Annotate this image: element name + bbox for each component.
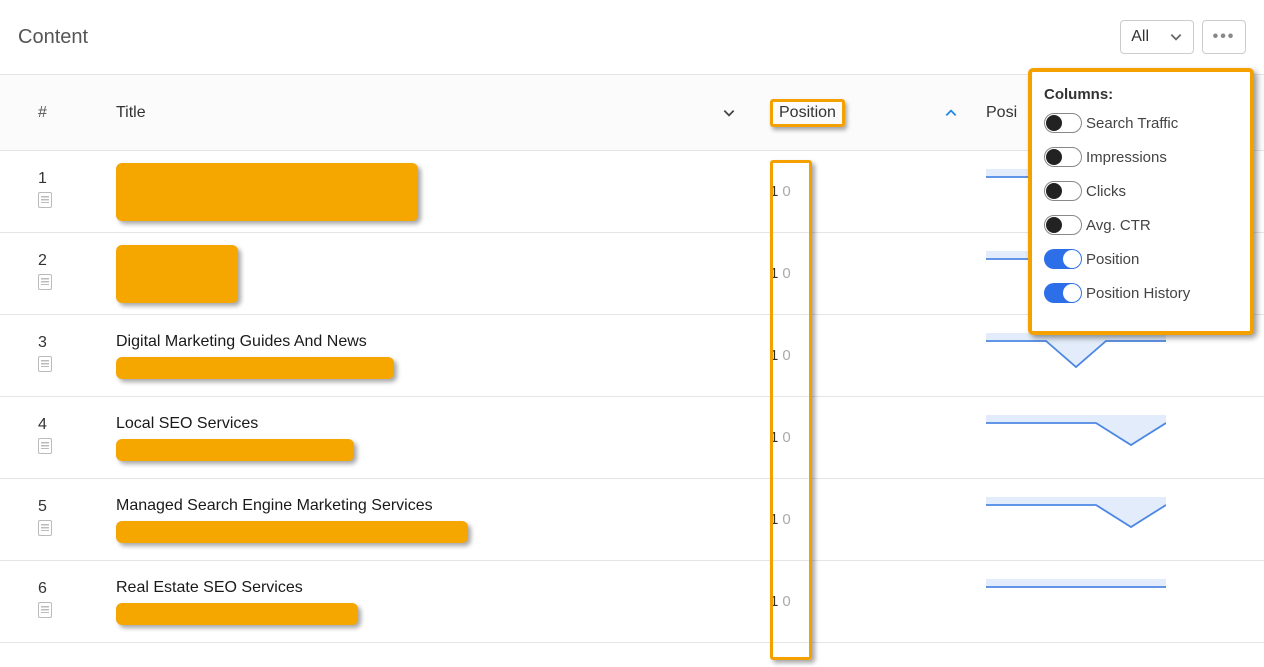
column-toggle[interactable]: Impressions	[1044, 147, 1238, 167]
toggle-label: Search Traffic	[1086, 115, 1178, 132]
row-title: Managed Search Engine Marketing Services	[116, 497, 756, 515]
chevron-up-icon	[944, 106, 958, 120]
row-title: Digital Marketing Guides And News	[116, 333, 756, 351]
toggle-switch[interactable]	[1044, 215, 1082, 235]
document-icon	[38, 274, 52, 290]
redacted-block	[116, 439, 354, 461]
row-number: 2	[0, 252, 100, 295]
redacted-block	[116, 357, 394, 379]
toggle-switch[interactable]	[1044, 113, 1082, 133]
row-number: 5	[0, 498, 100, 541]
toggle-label: Clicks	[1086, 183, 1126, 200]
header-controls: All •••	[1120, 20, 1246, 54]
toggle-label: Avg. CTR	[1086, 217, 1151, 234]
row-number: 1	[0, 170, 100, 213]
filter-select[interactable]: All	[1120, 20, 1194, 54]
row-title-cell	[100, 163, 756, 221]
row-position-cell: 10	[756, 593, 972, 610]
toggle-label: Position History	[1086, 285, 1190, 302]
sparkline	[986, 333, 1166, 373]
row-position-cell: 10	[756, 347, 972, 364]
header: Content All •••	[0, 0, 1264, 75]
redacted-block	[116, 163, 418, 221]
redacted-block	[116, 245, 238, 303]
chevron-down-icon	[1169, 30, 1183, 44]
document-icon	[38, 356, 52, 372]
row-title-cell: Real Estate SEO Services	[100, 579, 756, 625]
page-title: Content	[18, 26, 88, 49]
row-title: Real Estate SEO Services	[116, 579, 756, 597]
position-highlight: Position	[770, 99, 845, 127]
row-title-cell: Digital Marketing Guides And News	[100, 333, 756, 379]
toggle-label: Impressions	[1086, 149, 1167, 166]
col-history-header[interactable]: Posi	[972, 104, 1017, 122]
row-title-cell: Local SEO Services	[100, 415, 756, 461]
sparkline	[986, 497, 1166, 537]
document-icon	[38, 438, 52, 454]
row-position-cell: 10	[756, 511, 972, 528]
column-toggle[interactable]: Avg. CTR	[1044, 215, 1238, 235]
row-position-cell: 10	[756, 265, 972, 282]
row-history-cell	[972, 579, 1166, 624]
toggle-switch[interactable]	[1044, 181, 1082, 201]
toggle-label: Position	[1086, 251, 1139, 268]
table-row[interactable]: 6 Real Estate SEO Services 10	[0, 561, 1264, 643]
redacted-block	[116, 603, 358, 625]
col-number-header[interactable]: #	[0, 104, 100, 122]
row-position-cell: 10	[756, 183, 972, 200]
col-position-header[interactable]: Position	[756, 99, 972, 127]
panel-title: Columns:	[1044, 86, 1238, 103]
row-title-cell: Managed Search Engine Marketing Services	[100, 497, 756, 543]
col-title-header[interactable]: Title	[100, 104, 756, 122]
toggle-switch[interactable]	[1044, 147, 1082, 167]
document-icon	[38, 520, 52, 536]
filter-label: All	[1131, 28, 1149, 46]
chevron-down-icon	[722, 106, 736, 120]
column-toggle[interactable]: Clicks	[1044, 181, 1238, 201]
document-icon	[38, 602, 52, 618]
columns-panel: Columns: Search Traffic Impressions Clicks…	[1028, 68, 1254, 335]
row-number: 6	[0, 580, 100, 623]
document-icon	[38, 192, 52, 208]
row-position-cell: 10	[756, 429, 972, 446]
table-row[interactable]: 4 Local SEO Services 10	[0, 397, 1264, 479]
row-number: 3	[0, 334, 100, 377]
row-number: 4	[0, 416, 100, 459]
row-title: Local SEO Services	[116, 415, 756, 433]
row-history-cell	[972, 333, 1166, 378]
row-title-cell	[100, 245, 756, 303]
column-toggle[interactable]: Search Traffic	[1044, 113, 1238, 133]
toggle-switch[interactable]	[1044, 283, 1082, 303]
toggle-switch[interactable]	[1044, 249, 1082, 269]
more-button[interactable]: •••	[1202, 20, 1246, 54]
column-toggle[interactable]: Position	[1044, 249, 1238, 269]
row-history-cell	[972, 497, 1166, 542]
sparkline	[986, 415, 1166, 455]
table-row[interactable]: 5 Managed Search Engine Marketing Servic…	[0, 479, 1264, 561]
sparkline	[986, 579, 1166, 619]
column-toggle[interactable]: Position History	[1044, 283, 1238, 303]
row-history-cell	[972, 415, 1166, 460]
redacted-block	[116, 521, 468, 543]
